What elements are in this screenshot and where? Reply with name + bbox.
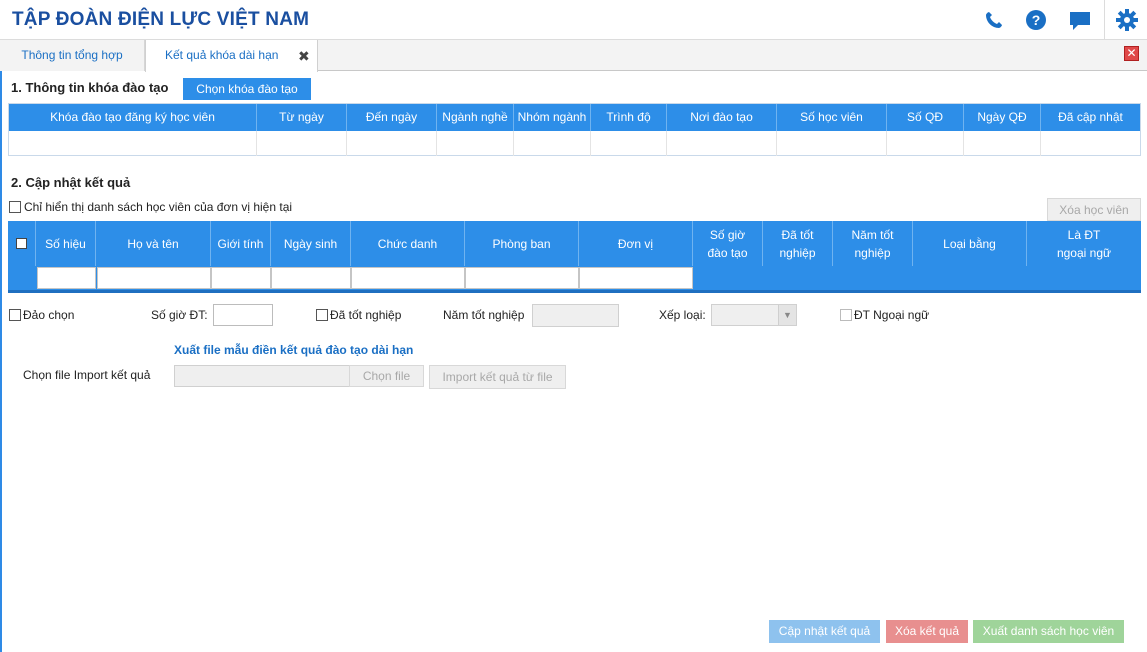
col-fullname[interactable]: Họ và tên bbox=[96, 221, 211, 266]
grad-year-label: Năm tốt nghiệp bbox=[443, 308, 525, 322]
section2-title: 2. Cập nhật kết quả bbox=[11, 175, 131, 190]
phone-icon[interactable] bbox=[980, 6, 1008, 34]
graduated-label: Đã tốt nghiệp bbox=[330, 308, 402, 322]
chat-icon[interactable] bbox=[1066, 6, 1094, 34]
col-profession[interactable]: Ngành nghề bbox=[437, 104, 514, 131]
table-cell bbox=[667, 131, 777, 156]
import-results-button[interactable]: Import kết quả từ file bbox=[429, 365, 566, 389]
col-place[interactable]: Nơi đào tạo bbox=[667, 104, 777, 131]
col-select-all bbox=[8, 221, 36, 266]
table-cell bbox=[257, 131, 347, 156]
table-cell bbox=[887, 131, 964, 156]
col-title[interactable]: Chức danh bbox=[351, 221, 465, 266]
col-graduated[interactable]: Đã tốt nghiệp bbox=[763, 221, 833, 266]
col-department[interactable]: Phòng ban bbox=[465, 221, 579, 266]
tab-bar: Thông tin tổng hợp Kết quả khóa dài hạn … bbox=[0, 40, 1147, 72]
app-title: TẬP ĐOÀN ĐIỆN LỰC VIỆT NAM bbox=[12, 9, 310, 30]
foreign-lang-label: ĐT Ngoại ngữ bbox=[854, 308, 930, 322]
table-cell bbox=[347, 131, 437, 156]
chevron-down-icon[interactable]: ▼ bbox=[778, 305, 796, 325]
col-updated[interactable]: Đã cập nhật bbox=[1041, 104, 1140, 131]
import-file-input[interactable] bbox=[174, 365, 350, 387]
student-table: Số hiệu Họ và tên Giới tính Ngày sinh Ch… bbox=[8, 221, 1141, 293]
filter-gender-input[interactable] bbox=[211, 267, 271, 289]
col-birthdate[interactable]: Ngày sinh bbox=[271, 221, 351, 266]
invert-select-checkbox[interactable] bbox=[9, 309, 21, 321]
select-all-checkbox[interactable] bbox=[16, 238, 27, 249]
col-level[interactable]: Trình độ bbox=[591, 104, 667, 131]
update-results-button[interactable]: Cập nhật kết quả bbox=[769, 620, 880, 643]
app-header: TẬP ĐOÀN ĐIỆN LỰC VIỆT NAM ? bbox=[0, 0, 1147, 40]
col-group[interactable]: Nhóm ngành bbox=[514, 104, 591, 131]
col-course[interactable]: Khóa đào tạo đăng ký học viên bbox=[9, 104, 257, 131]
table-cell bbox=[9, 131, 257, 156]
help-icon[interactable]: ? bbox=[1022, 6, 1050, 34]
window-close-icon[interactable]: ✕ bbox=[1124, 46, 1139, 61]
col-training-hours[interactable]: Số giờ đào tạo bbox=[693, 221, 763, 266]
select-course-button[interactable]: Chọn khóa đào tạo bbox=[183, 78, 311, 100]
col-foreign-lang[interactable]: Là ĐT ngoại ngữ bbox=[1027, 221, 1141, 266]
delete-student-button[interactable]: Xóa học viên bbox=[1047, 198, 1141, 221]
delete-results-button[interactable]: Xóa kết quả bbox=[886, 620, 968, 643]
col-to-date[interactable]: Đến ngày bbox=[347, 104, 437, 131]
filter-unit-label: Chỉ hiển thị danh sách học viên của đơn … bbox=[24, 200, 293, 214]
tab-general-info[interactable]: Thông tin tổng hợp bbox=[0, 40, 145, 71]
filter-department-input[interactable] bbox=[465, 267, 579, 289]
filter-unit-checkbox[interactable] bbox=[9, 201, 21, 213]
filter-birthdate-input[interactable] bbox=[271, 267, 351, 289]
col-grad-year[interactable]: Năm tốt nghiệp bbox=[833, 221, 913, 266]
table-cell bbox=[514, 131, 591, 156]
export-template-link[interactable]: Xuất file mẫu điền kết quả đào tạo dài h… bbox=[174, 343, 413, 357]
rank-select[interactable]: ▼ bbox=[711, 304, 797, 326]
rank-label: Xếp loại: bbox=[659, 308, 706, 322]
table-cell bbox=[437, 131, 514, 156]
filter-title-input[interactable] bbox=[351, 267, 465, 289]
gear-icon[interactable] bbox=[1113, 6, 1141, 34]
col-students[interactable]: Số học viên bbox=[777, 104, 887, 131]
col-degree-type[interactable]: Loại bằng bbox=[913, 221, 1027, 266]
export-students-button[interactable]: Xuất danh sách học viên bbox=[973, 620, 1124, 643]
graduated-checkbox[interactable] bbox=[316, 309, 328, 321]
foreign-lang-checkbox[interactable] bbox=[840, 309, 852, 321]
col-from-date[interactable]: Từ ngày bbox=[257, 104, 347, 131]
col-unit[interactable]: Đơn vị bbox=[579, 221, 693, 266]
choose-file-button[interactable]: Chọn file bbox=[349, 365, 424, 387]
header-separator bbox=[1104, 0, 1105, 40]
close-icon[interactable]: ✖ bbox=[298, 41, 310, 72]
invert-select-label: Đảo chọn bbox=[23, 308, 75, 322]
left-edge-line bbox=[0, 71, 2, 652]
filter-code-input[interactable] bbox=[37, 267, 96, 289]
hours-label: Số giờ ĐT: bbox=[151, 308, 208, 322]
student-table-bottom-border bbox=[8, 290, 1141, 293]
col-code[interactable]: Số hiệu bbox=[36, 221, 96, 266]
grad-year-input[interactable] bbox=[532, 304, 619, 327]
course-table-header: Khóa đào tạo đăng ký học viên Từ ngày Đế… bbox=[9, 104, 1140, 131]
hours-input[interactable] bbox=[213, 304, 273, 326]
table-cell bbox=[964, 131, 1041, 156]
tab-label: Kết quả khóa dài hạn bbox=[165, 48, 279, 62]
svg-text:?: ? bbox=[1032, 12, 1041, 28]
col-decision-date[interactable]: Ngày QĐ bbox=[964, 104, 1041, 131]
filter-unit-input[interactable] bbox=[579, 267, 693, 289]
col-gender[interactable]: Giới tính bbox=[211, 221, 271, 266]
table-cell bbox=[591, 131, 667, 156]
table-cell bbox=[777, 131, 887, 156]
import-file-label: Chọn file Import kết quả bbox=[23, 368, 151, 382]
section1-title: 1. Thông tin khóa đào tạo bbox=[11, 80, 169, 95]
filter-fullname-input[interactable] bbox=[97, 267, 211, 289]
tab-long-term-results[interactable]: Kết quả khóa dài hạn ✖ bbox=[145, 40, 318, 72]
col-decision-no[interactable]: Số QĐ bbox=[887, 104, 964, 131]
course-table: Khóa đào tạo đăng ký học viên Từ ngày Đế… bbox=[8, 103, 1141, 156]
